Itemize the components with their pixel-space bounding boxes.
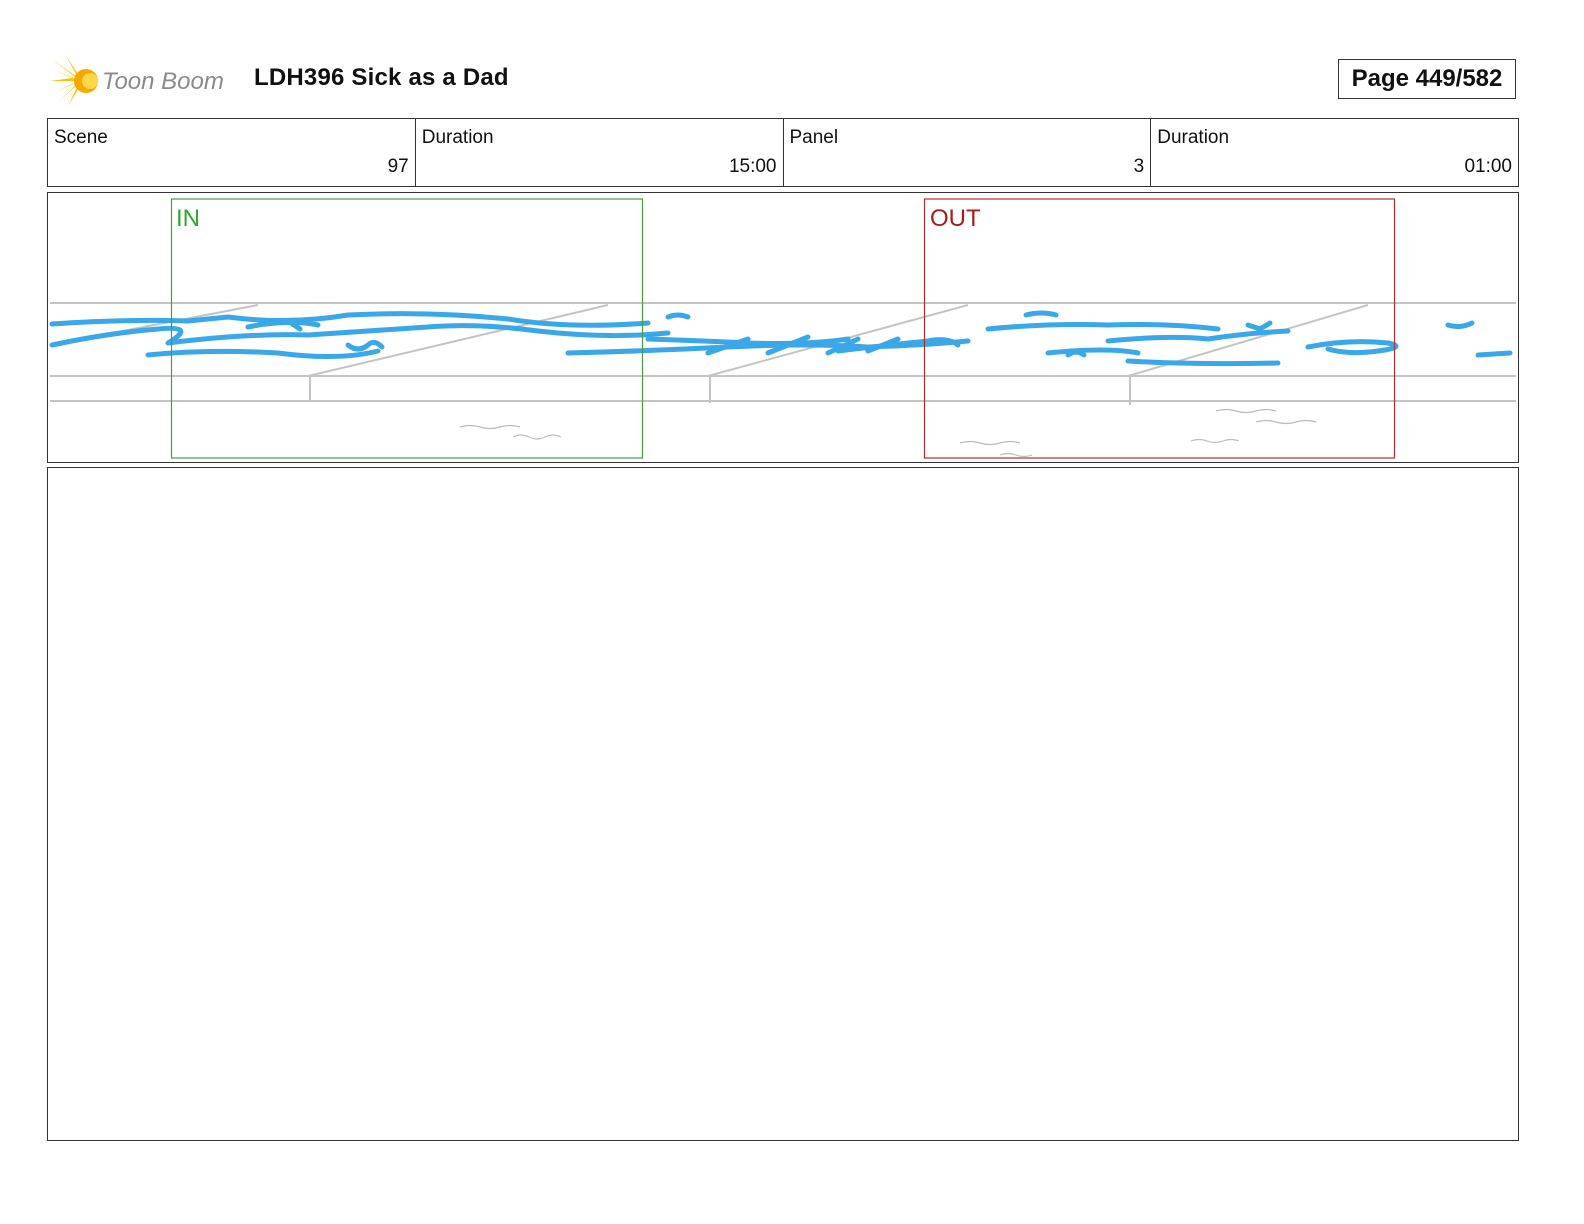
- document-title: LDH396 Sick as a Dad: [254, 64, 509, 91]
- scene-value: 97: [387, 156, 409, 177]
- page-number: Page 449/582: [1338, 59, 1516, 99]
- panel-duration-label: Duration: [1157, 127, 1230, 148]
- panel-cell: Panel 3: [784, 119, 1152, 186]
- toon-boom-logo: Toon Boom: [50, 56, 240, 106]
- scene-duration-label: Duration: [421, 127, 494, 148]
- in-label: IN: [176, 205, 200, 232]
- panel-drawing: [49, 198, 1516, 459]
- storyboard-panel: IN OUT: [47, 192, 1519, 463]
- dialog-notes-box: [47, 467, 1519, 1141]
- pencil-scribbles: [459, 408, 1317, 458]
- panel-value: 3: [1133, 156, 1145, 177]
- scene-cell: Scene 97: [48, 119, 416, 186]
- panel-duration-cell: Duration 01:00: [1151, 119, 1518, 186]
- panel-label: Panel: [789, 127, 839, 148]
- panel-duration-value: 01:00: [1464, 156, 1512, 177]
- scene-info-table: Scene 97 Duration 15:00 Panel 3 Duration…: [47, 118, 1519, 187]
- scene-duration-value: 15:00: [728, 156, 777, 177]
- out-label: OUT: [930, 205, 981, 232]
- scene-label: Scene: [54, 127, 108, 148]
- scene-duration-cell: Duration 15:00: [416, 119, 784, 186]
- logo-text: Toon Boom: [102, 68, 224, 95]
- starburst-icon: Toon Boom: [50, 56, 224, 106]
